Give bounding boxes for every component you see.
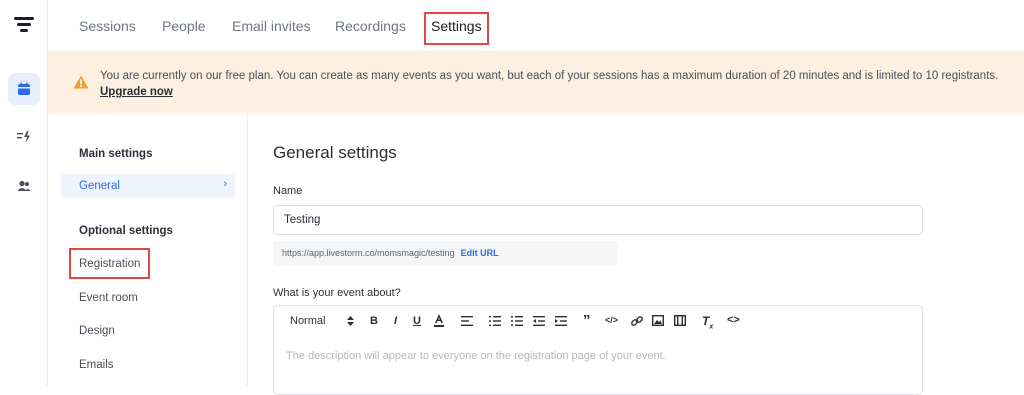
image-icon[interactable] xyxy=(652,315,664,326)
text-color-icon[interactable] xyxy=(434,314,444,327)
format-select[interactable]: Normal xyxy=(290,315,325,327)
outdent-icon[interactable] xyxy=(533,316,545,326)
logo-icon[interactable] xyxy=(14,17,34,33)
app-rail xyxy=(0,0,48,386)
tab-recordings[interactable]: Recordings xyxy=(335,18,406,34)
name-input[interactable] xyxy=(273,205,923,235)
quote-icon[interactable]: ” xyxy=(583,312,591,329)
description-editor[interactable]: Normal B I U ” </> Tx <> The description… xyxy=(273,305,923,395)
editor-toolbar: Normal B I U ” </> Tx <> xyxy=(274,306,922,338)
sidebar-item-event-room[interactable]: Event room xyxy=(79,292,138,304)
sidebar-item-general-label: General xyxy=(79,180,120,192)
people-icon[interactable] xyxy=(8,170,40,202)
event-url-text: https://app.livestorm.co/momsmagic/testi… xyxy=(282,248,455,258)
align-icon[interactable] xyxy=(461,316,473,326)
name-label: Name xyxy=(273,185,303,197)
underline-icon[interactable]: U xyxy=(413,315,421,327)
format-select-arrows-icon[interactable] xyxy=(347,316,354,326)
upgrade-now-link[interactable]: Upgrade now xyxy=(100,86,173,98)
sidebar-item-general[interactable]: General › xyxy=(61,174,235,198)
settings-highlight-box xyxy=(424,12,489,45)
indent-icon[interactable] xyxy=(555,316,567,326)
bold-icon[interactable]: B xyxy=(370,315,378,327)
link-icon[interactable] xyxy=(631,315,643,327)
chevron-right-icon: › xyxy=(223,178,227,190)
warning-icon xyxy=(73,75,89,89)
tab-sessions[interactable]: Sessions xyxy=(79,18,136,34)
description-label: What is your event about? xyxy=(273,287,401,299)
tab-email-invites[interactable]: Email invites xyxy=(232,18,311,34)
description-placeholder: The description will appear to everyone … xyxy=(286,350,666,362)
sidebar-item-design[interactable]: Design xyxy=(79,325,115,337)
bullet-list-icon[interactable] xyxy=(511,316,523,326)
clear-format-icon[interactable]: Tx xyxy=(702,314,713,330)
top-navigation: Sessions People Email invites Recordings… xyxy=(48,0,1024,52)
code-icon[interactable]: </> xyxy=(605,315,618,325)
italic-icon[interactable]: I xyxy=(394,315,397,327)
event-url: https://app.livestorm.co/momsmagic/testi… xyxy=(273,241,617,265)
registration-highlight-box xyxy=(69,248,150,279)
edit-url-link[interactable]: Edit URL xyxy=(461,248,499,258)
ordered-list-icon[interactable] xyxy=(489,316,501,326)
main-settings-heading: Main settings xyxy=(79,148,153,160)
tab-people[interactable]: People xyxy=(162,18,206,34)
source-code-icon[interactable]: <> xyxy=(727,314,740,326)
activity-icon[interactable] xyxy=(8,121,40,153)
banner-text: You are currently on our free plan. You … xyxy=(100,70,999,82)
optional-settings-heading: Optional settings xyxy=(79,225,173,237)
video-icon[interactable] xyxy=(674,315,686,326)
sidebar-item-emails[interactable]: Emails xyxy=(79,359,114,371)
page-title: General settings xyxy=(273,143,397,162)
free-plan-banner: You are currently on our free plan. You … xyxy=(48,52,1024,113)
calendar-icon[interactable] xyxy=(8,73,40,105)
